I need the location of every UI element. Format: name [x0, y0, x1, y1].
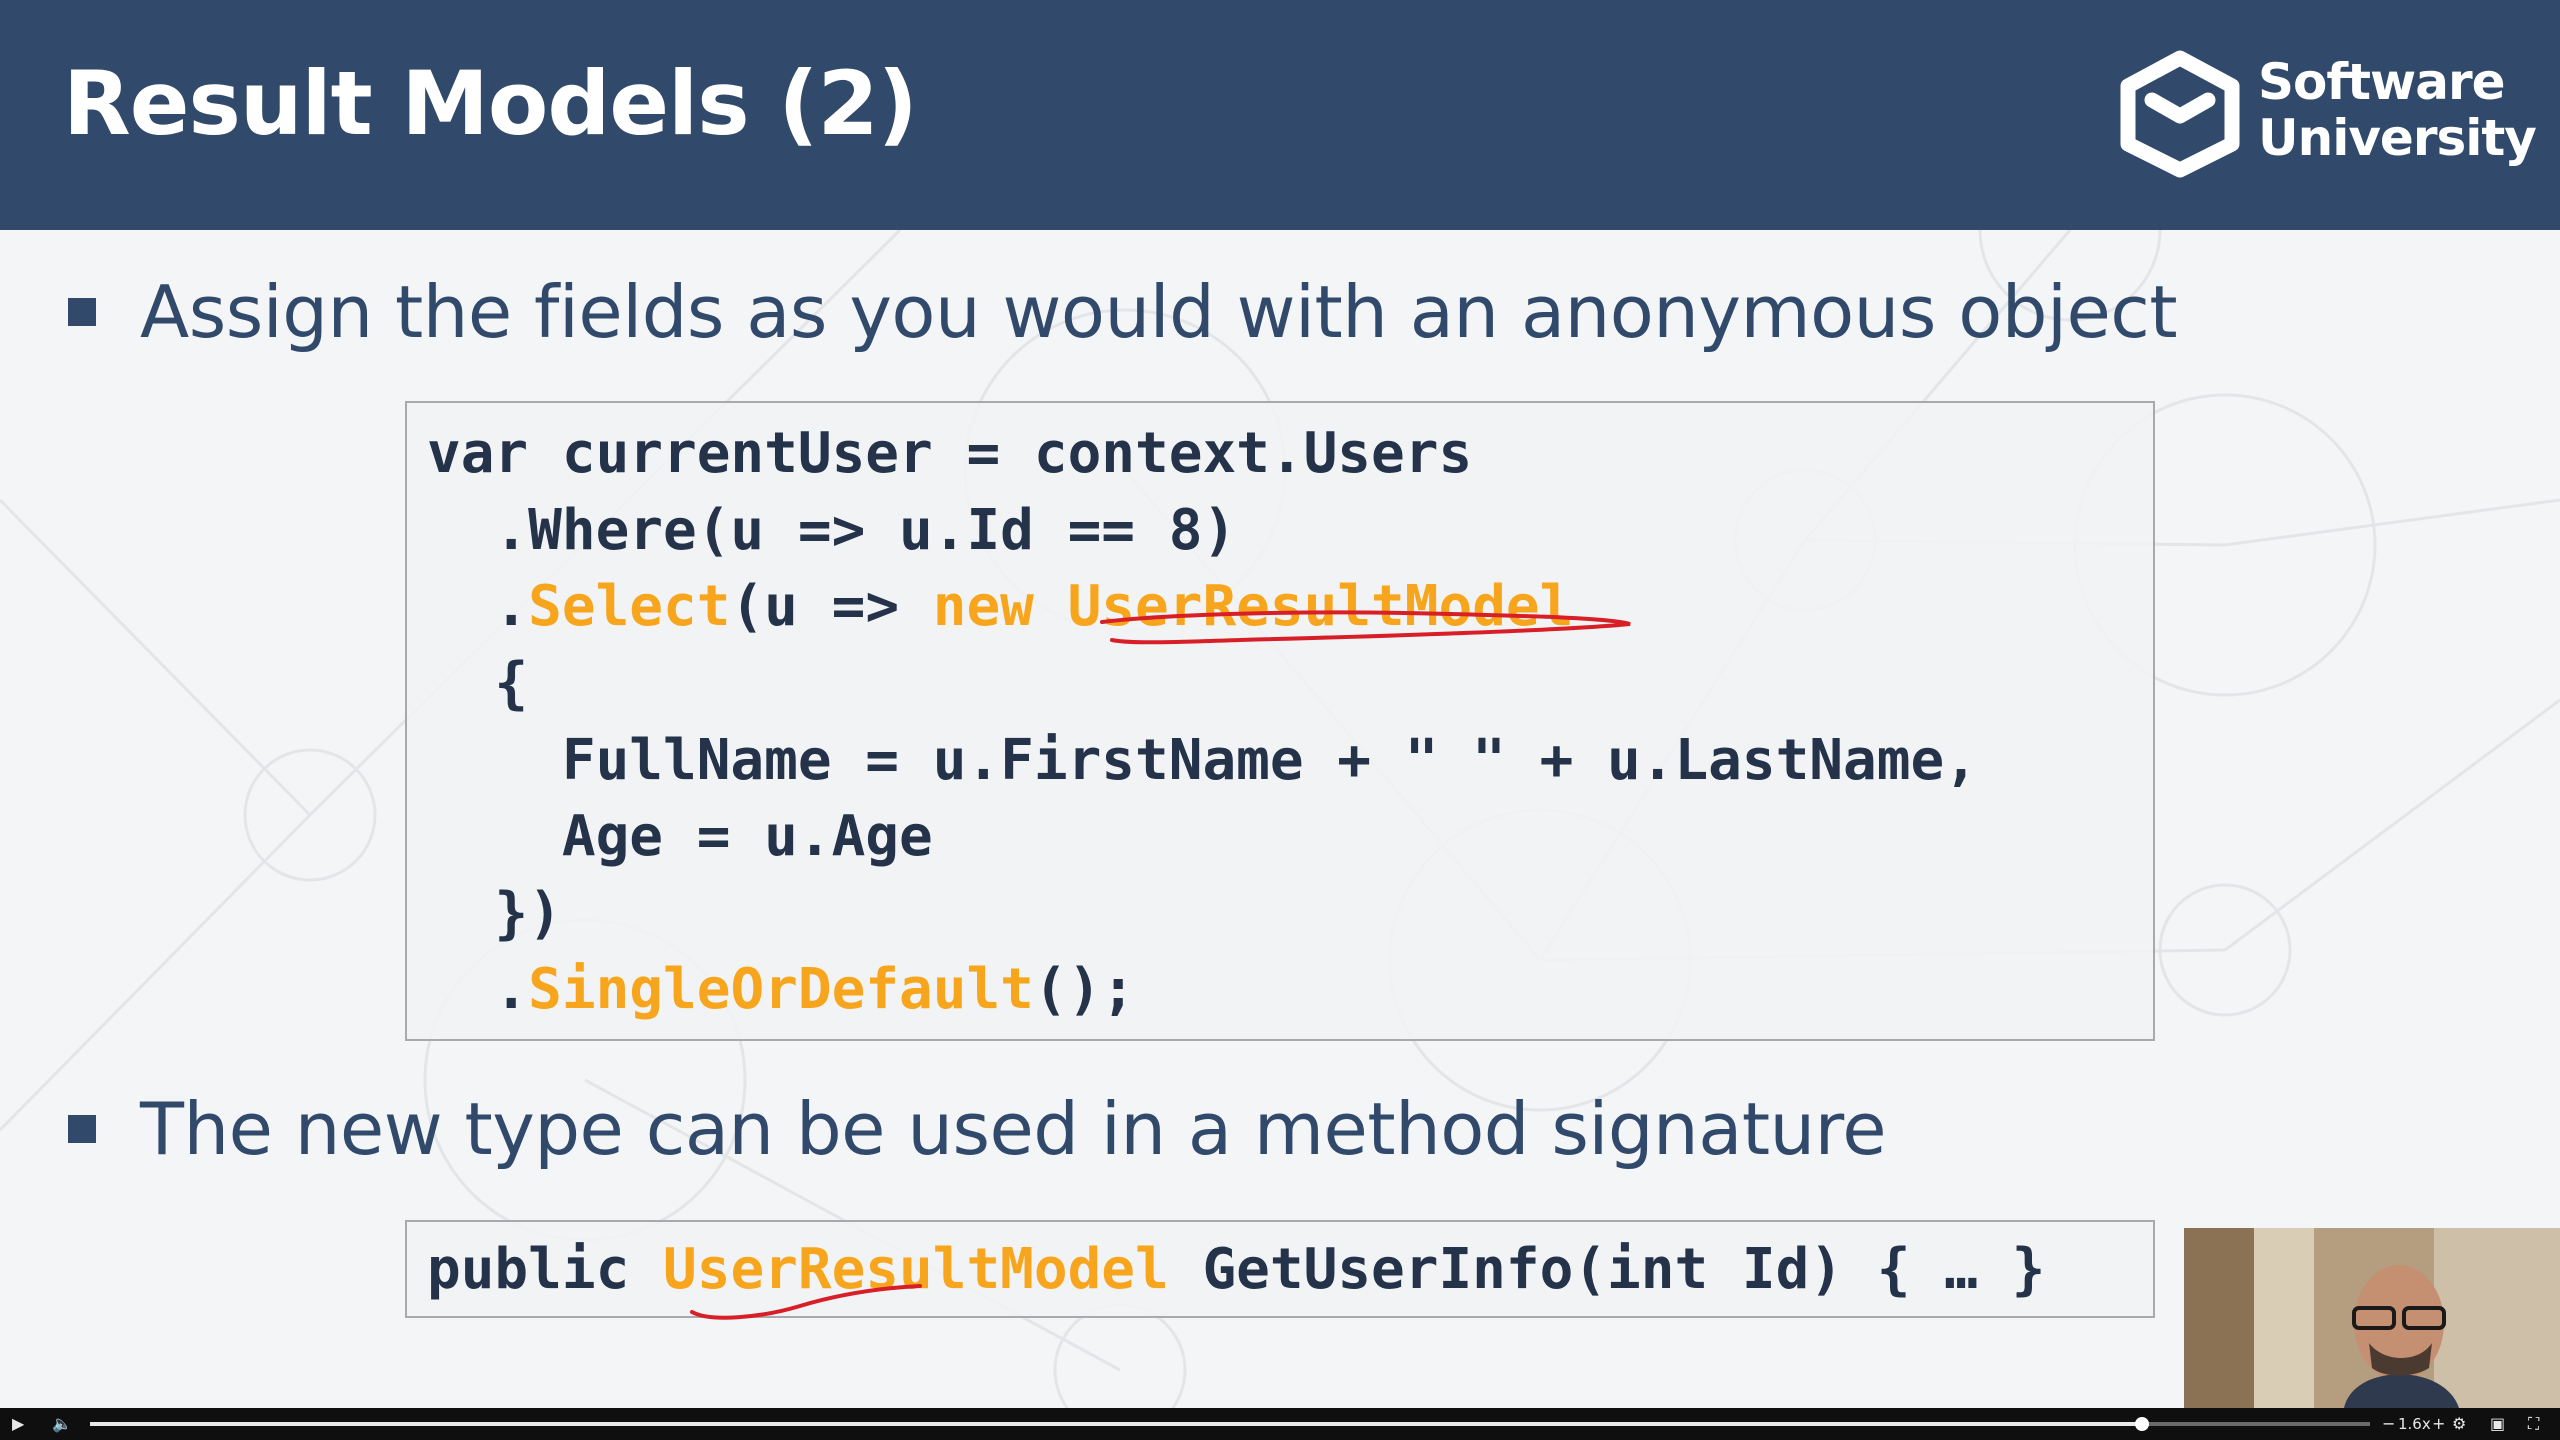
speed-decrease-icon[interactable]: − — [2382, 1414, 2395, 1434]
code-line-8: .SingleOrDefault(); — [427, 957, 1136, 1022]
play-icon[interactable]: ▶ — [12, 1414, 24, 1434]
playback-speed[interactable]: 1.6x — [2398, 1414, 2431, 1434]
code-line-1: var currentUser = context.Users — [427, 421, 1473, 486]
softuni-hexagon-icon — [2120, 50, 2240, 178]
presenter-webcam — [2184, 1228, 2560, 1408]
logo-line-1: Software — [2258, 53, 2506, 111]
bullet-2-text: The new type can be used in a method sig… — [140, 1087, 1887, 1171]
bullet-2: The new type can be used in a method sig… — [68, 1087, 1887, 1171]
red-underline-annotation-1 — [1100, 610, 1631, 645]
code-line-6: Age = u.Age — [427, 804, 933, 869]
red-underline-annotation-2 — [690, 1284, 922, 1320]
logo-line-2: University — [2258, 109, 2537, 167]
code-line-4: { — [427, 651, 529, 716]
progress-fill — [90, 1422, 2142, 1426]
code-block-signature: public UserResultModel GetUserInfo(int I… — [405, 1220, 2155, 1318]
progress-bar[interactable] — [90, 1417, 2370, 1431]
settings-gear-icon[interactable]: ⚙ — [2452, 1414, 2466, 1434]
fullscreen-icon[interactable]: ⛶ — [2528, 1414, 2539, 1434]
bullet-square-icon — [68, 1115, 96, 1143]
software-university-logo: Software University — [2110, 48, 2537, 178]
speed-increase-icon[interactable]: + — [2432, 1414, 2445, 1434]
code-signature-line: public UserResultModel GetUserInfo(int I… — [427, 1237, 2046, 1302]
code-line-7: }) — [427, 881, 562, 946]
bullet-1: Assign the fields as you would with an a… — [68, 270, 2178, 354]
bullet-1-text: Assign the fields as you would with an a… — [140, 270, 2178, 354]
progress-thumb[interactable] — [2135, 1417, 2149, 1431]
video-player-controls: ▶ 🔈 − 1.6x + ⚙ ▣ ⛶ — [0, 1408, 2560, 1440]
code-line-5: FullName = u.FirstName + " " + u.LastNam… — [427, 728, 1978, 793]
slide-title: Result Models (2) — [63, 52, 918, 155]
code-line-2: .Where(u => u.Id == 8) — [427, 498, 1237, 563]
presenter-video-image — [2184, 1228, 2560, 1408]
logo-text: Software University — [2258, 53, 2537, 167]
code-block-query: var currentUser = context.Users .Where(u… — [405, 401, 2155, 1041]
bullet-square-icon — [68, 298, 96, 326]
picture-in-picture-icon[interactable]: ▣ — [2490, 1414, 2505, 1434]
volume-icon[interactable]: 🔈 — [52, 1414, 72, 1434]
slide-header: Result Models (2) Software University — [0, 0, 2560, 230]
